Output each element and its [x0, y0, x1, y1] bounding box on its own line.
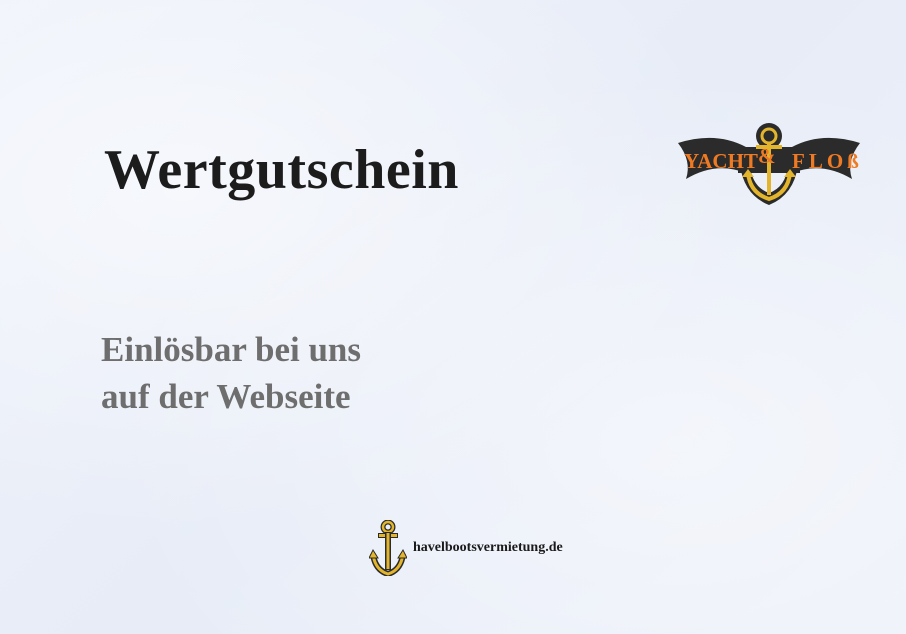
- website-link[interactable]: havelbootsvermietung.de: [413, 540, 563, 556]
- voucher-subtitle: Einlösbar bei uns auf der Webseite: [101, 326, 361, 420]
- logo-text-left: YACHT: [684, 149, 758, 173]
- logo-text-right: FLOß: [792, 149, 862, 173]
- anchor-icon: [369, 520, 407, 576]
- subtitle-line-1: Einlösbar bei uns: [101, 330, 362, 369]
- brand-logo: YACHT & FLOß: [676, 121, 862, 207]
- anchor-icon: YACHT & FLOß: [678, 123, 862, 205]
- voucher-card: Wertgutschein YACHT & FLOß Einlösbar bei…: [0, 0, 906, 634]
- logo-ampersand: &: [758, 144, 776, 168]
- voucher-title: Wertgutschein: [104, 139, 459, 201]
- subtitle-line-2: auf der Webseite: [101, 377, 351, 416]
- footer: havelbootsvermietung.de: [369, 520, 563, 576]
